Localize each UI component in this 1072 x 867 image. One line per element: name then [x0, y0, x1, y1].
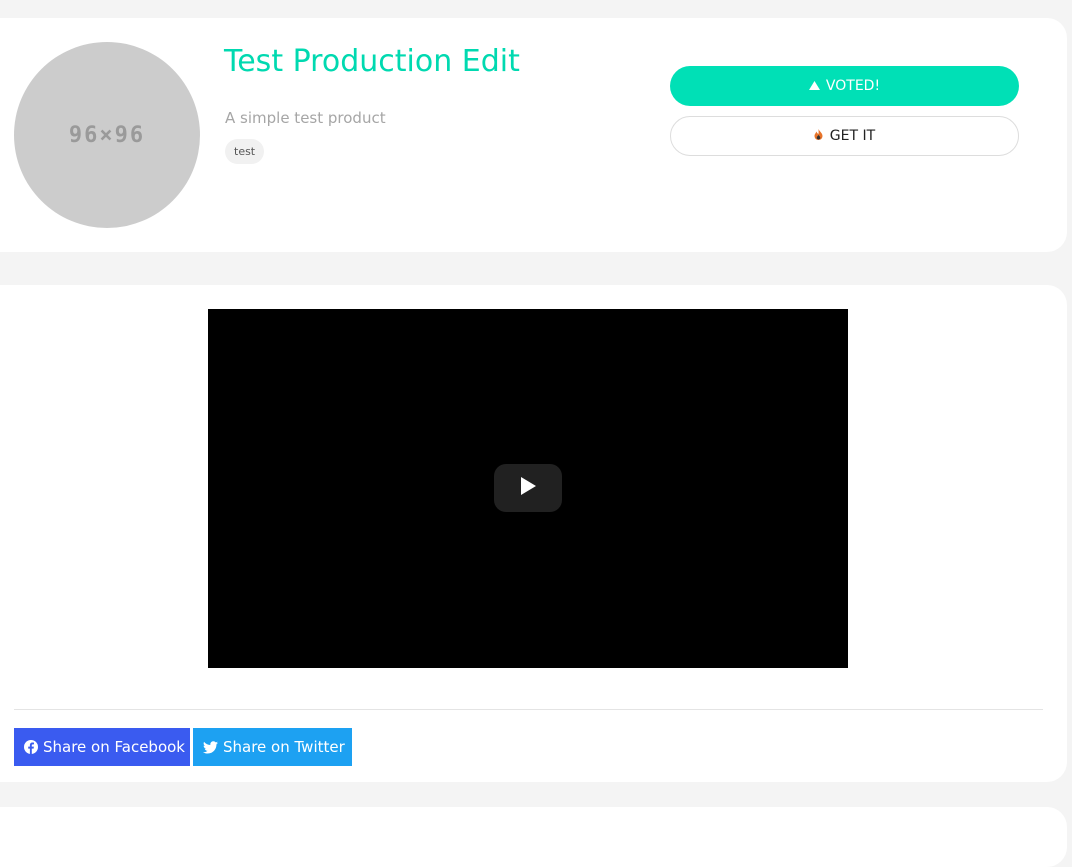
get-it-button[interactable]: GET IT — [670, 116, 1019, 156]
product-description: A simple test product — [225, 109, 386, 127]
media-card: Share on Facebook Share on Twitter — [0, 285, 1067, 782]
thumbnail-placeholder-text: 96×96 — [68, 122, 146, 148]
share-facebook-label: Share on Facebook — [43, 738, 185, 756]
fire-icon — [814, 128, 823, 144]
next-section-card — [0, 807, 1067, 867]
share-facebook-button[interactable]: Share on Facebook — [14, 728, 190, 766]
play-button[interactable] — [494, 464, 562, 512]
tag-label: test — [234, 145, 256, 158]
share-twitter-label: Share on Twitter — [223, 738, 345, 756]
share-twitter-button[interactable]: Share on Twitter — [193, 728, 352, 766]
voted-label: VOTED! — [825, 78, 881, 94]
voted-button[interactable]: VOTED! — [670, 66, 1019, 106]
caret-up-icon — [808, 78, 820, 94]
product-tag[interactable]: test — [225, 139, 265, 164]
product-thumbnail: 96×96 — [14, 42, 200, 228]
product-header-card: 96×96 Test Production Edit A simple test… — [0, 18, 1067, 252]
product-title: Test Production Edit — [224, 44, 520, 79]
play-icon — [519, 476, 537, 500]
video-player[interactable] — [208, 309, 848, 668]
facebook-icon — [24, 740, 38, 754]
twitter-icon — [203, 740, 218, 754]
divider — [14, 709, 1043, 710]
get-it-label: GET IT — [829, 128, 876, 144]
